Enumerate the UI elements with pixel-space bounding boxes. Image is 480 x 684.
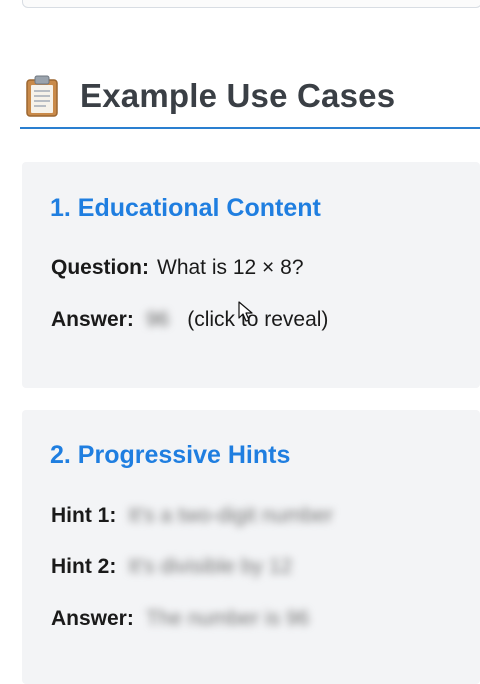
answer-label: Answer: bbox=[51, 607, 134, 630]
hint-1-label: Hint 1: bbox=[51, 504, 117, 527]
answer-row: Answer: 96 (click to reveal) bbox=[51, 308, 328, 332]
card-title: 2. Progressive Hints bbox=[50, 441, 291, 469]
question-label: Question: bbox=[51, 256, 149, 279]
reveal-hint-text: (click to reveal) bbox=[187, 308, 329, 331]
previous-card-edge bbox=[22, 0, 480, 8]
use-case-card-hints: 2. Progressive Hints Hint 1: It's a two-… bbox=[22, 410, 480, 684]
hidden-hint-2[interactable]: It's divisible by 12 bbox=[128, 555, 292, 579]
use-case-card-educational: 1. Educational Content Question: What is… bbox=[22, 162, 480, 388]
clipboard-icon bbox=[24, 74, 60, 118]
hint-row-2: Hint 2: It's divisible by 12 bbox=[51, 555, 292, 579]
section-title: Example Use Cases bbox=[80, 77, 396, 114]
hidden-answer[interactable]: 96 bbox=[146, 308, 169, 332]
hidden-final-answer[interactable]: The number is 96 bbox=[146, 607, 309, 631]
hint-row-1: Hint 1: It's a two-digit number bbox=[51, 504, 333, 528]
question-text: What is 12 × 8? bbox=[157, 256, 304, 279]
hint-answer-row: Answer: The number is 96 bbox=[51, 607, 309, 631]
question-row: Question: What is 12 × 8? bbox=[51, 256, 304, 280]
hidden-hint-1[interactable]: It's a two-digit number bbox=[128, 504, 333, 528]
section-header: Example Use Cases bbox=[24, 66, 480, 126]
answer-label: Answer: bbox=[51, 308, 134, 331]
card-title: 1. Educational Content bbox=[50, 194, 321, 222]
mouse-cursor-icon bbox=[238, 301, 254, 323]
hint-2-label: Hint 2: bbox=[51, 555, 117, 578]
section-divider bbox=[20, 127, 480, 129]
